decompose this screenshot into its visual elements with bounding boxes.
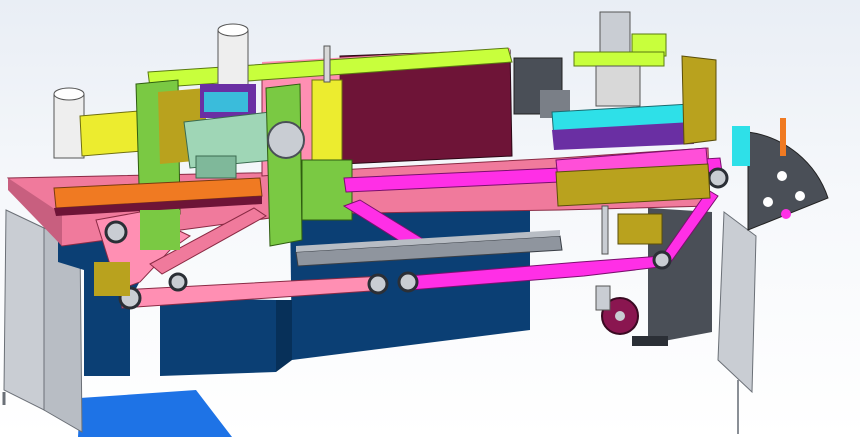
pulley-1	[104, 220, 128, 244]
cabinet-right-side	[276, 300, 292, 372]
center-disc	[267, 121, 305, 159]
support-rod-right	[601, 205, 609, 255]
vertical-guide-rods	[595, 65, 641, 107]
cylinder-base	[301, 159, 353, 221]
green-base-left	[140, 210, 180, 250]
clamp-block-right	[617, 213, 663, 245]
right-side-panel	[717, 211, 757, 394]
index-hole-3	[763, 197, 773, 207]
pulley-7	[707, 167, 729, 189]
index-post-orange	[780, 118, 786, 156]
servo-motor-center-cap	[217, 23, 249, 37]
hand-wheel[interactable]	[595, 285, 639, 335]
hand-wheel-shaft	[595, 285, 611, 311]
gearbox-center	[195, 155, 237, 179]
cyan-bracket	[204, 92, 248, 112]
pulley-4	[367, 273, 389, 295]
olive-base-left	[94, 262, 130, 296]
servo-motor-left[interactable]	[53, 93, 85, 159]
cad-viewport[interactable]	[0, 0, 860, 437]
cylinder-stack	[311, 79, 343, 161]
right-olive-upright	[681, 55, 717, 145]
servo-motor-center[interactable]	[217, 29, 249, 93]
cylinder-rod	[323, 45, 331, 83]
hand-wheel-hub	[615, 311, 625, 321]
floor-blue-panel	[78, 390, 232, 437]
machine-assembly-model[interactable]	[0, 0, 860, 437]
center-green-column	[265, 83, 303, 247]
pulley-6	[652, 250, 672, 270]
olive-belt-frame	[555, 163, 711, 207]
pulley-3	[168, 272, 188, 292]
cabinet-middle	[160, 298, 276, 376]
index-hole-2	[795, 191, 805, 201]
left-side-panel-front	[3, 209, 45, 411]
lime-block-right	[573, 51, 665, 67]
index-hole-1	[777, 171, 787, 181]
servo-motor-left-cap	[53, 87, 85, 101]
actuator-foot	[632, 336, 668, 346]
index-cyan-block	[732, 126, 750, 166]
pulley-5	[397, 271, 419, 293]
index-hole-4	[781, 209, 791, 219]
